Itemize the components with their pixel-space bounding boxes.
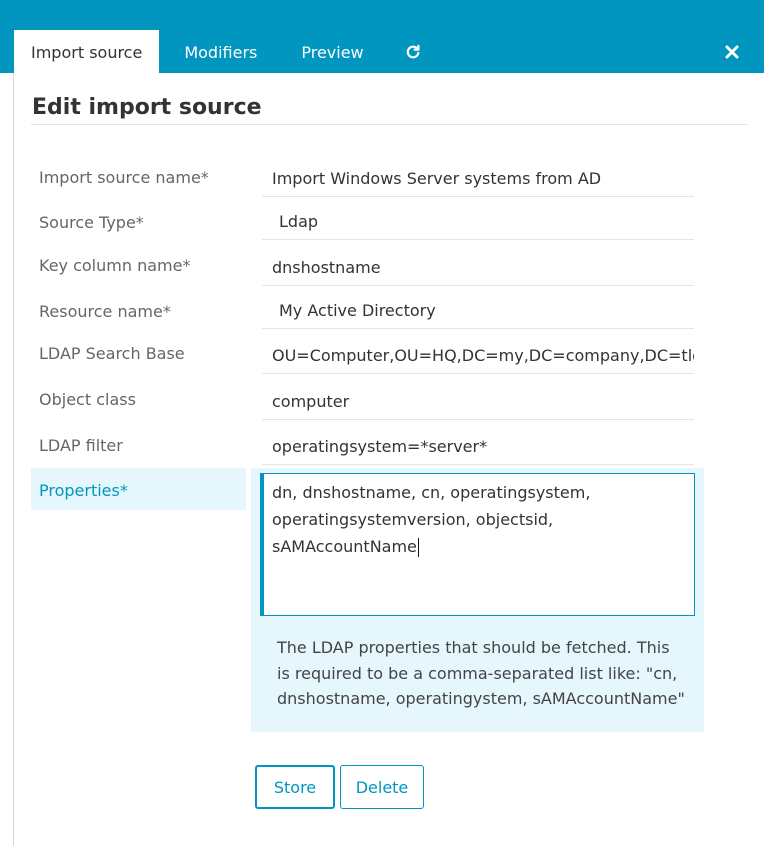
tab-bar: Import source Modifiers Preview	[14, 30, 428, 73]
ldap-search-base-input[interactable]: OU=Computer,OU=HQ,DC=my,DC=company,DC=tl…	[262, 346, 694, 374]
label-key-column-name: Key column name*	[39, 256, 191, 275]
resource-name-select[interactable]: My Active Directory	[262, 301, 694, 329]
close-icon	[725, 45, 739, 59]
title-divider	[31, 124, 748, 125]
object-class-input[interactable]: computer	[262, 392, 694, 420]
tab-modifiers[interactable]: Modifiers	[184, 30, 257, 73]
source-type-select[interactable]: Ldap	[262, 212, 694, 240]
store-button[interactable]: Store	[255, 765, 335, 809]
import-source-name-input[interactable]: Import Windows Server systems from AD	[262, 169, 694, 197]
tab-import-source[interactable]: Import source	[14, 30, 160, 73]
text-cursor	[417, 538, 419, 557]
label-source-type: Source Type*	[39, 213, 144, 232]
key-column-name-input[interactable]: dnshostname	[262, 258, 694, 286]
properties-help-text: The LDAP properties that should be fetch…	[277, 638, 685, 708]
properties-line-2: operatingsystemversion, objectsid, sAMAc…	[272, 510, 554, 556]
properties-line-2-row: operatingsystemversion, objectsid, sAMAc…	[272, 506, 686, 560]
page-title: Edit import source	[32, 95, 262, 120]
label-ldap-filter: LDAP filter	[39, 436, 123, 455]
properties-textarea[interactable]: dn, dnshostname, cn, operatingsystem, op…	[260, 473, 695, 616]
delete-button[interactable]: Delete	[340, 765, 424, 809]
label-resource-name: Resource name*	[39, 302, 171, 321]
refresh-icon	[406, 44, 420, 58]
properties-line-1: dn, dnshostname, cn, operatingsystem,	[272, 483, 591, 502]
close-button[interactable]	[724, 44, 740, 60]
content-border	[13, 73, 14, 846]
label-object-class: Object class	[39, 390, 136, 409]
label-import-source-name: Import source name*	[39, 168, 209, 187]
label-properties: Properties*	[39, 481, 128, 500]
ldap-filter-input[interactable]: operatingsystem=*server*	[262, 437, 694, 465]
refresh-tab[interactable]	[398, 30, 428, 73]
label-ldap-search-base: LDAP Search Base	[39, 344, 185, 363]
tab-preview[interactable]: Preview	[301, 30, 363, 73]
top-bar: Import source Modifiers Preview	[0, 0, 764, 73]
